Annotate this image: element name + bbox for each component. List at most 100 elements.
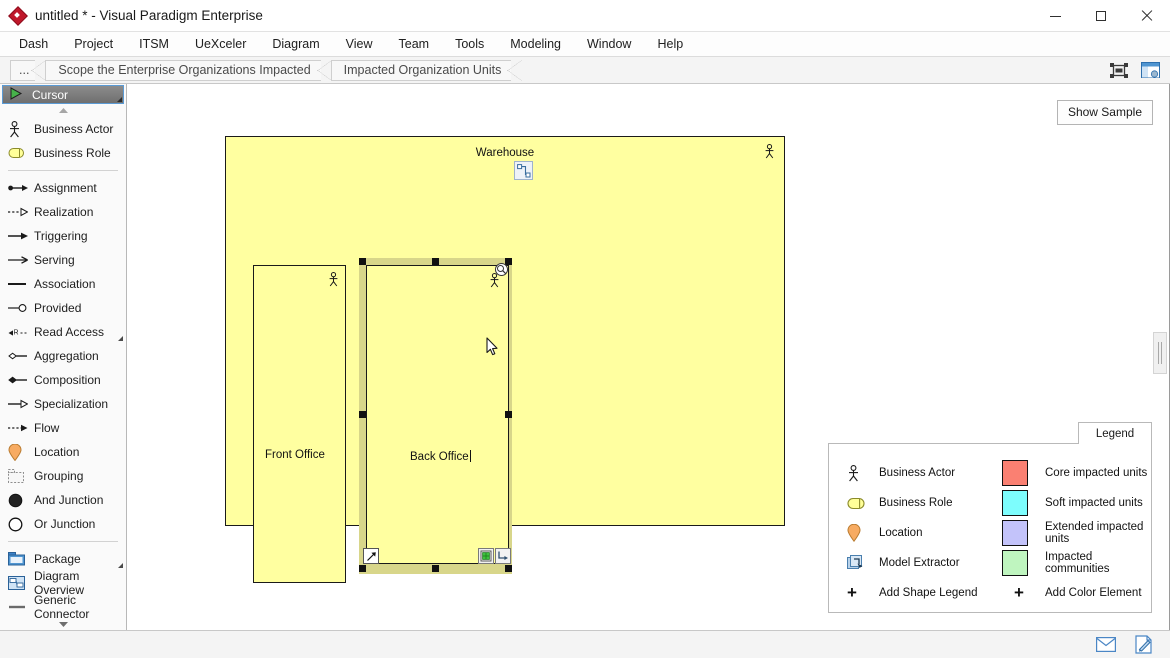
business-actor-icon	[489, 273, 500, 291]
legend-tab[interactable]: Legend	[1078, 422, 1152, 444]
palette-item-aggregation[interactable]: Aggregation	[0, 344, 126, 368]
zoom-badge-icon[interactable]	[495, 263, 508, 276]
breadcrumb-toolbar	[1107, 59, 1162, 81]
nested-element-button[interactable]	[478, 548, 494, 564]
quick-connect-button[interactable]	[495, 548, 511, 564]
resize-handle-se[interactable]	[505, 565, 512, 572]
legend-item-location[interactable]: Location	[847, 518, 996, 548]
menu-item-project[interactable]: Project	[61, 33, 126, 55]
breadcrumb-item-ellipsis[interactable]: ...	[10, 59, 48, 81]
palette-item-realization[interactable]: Realization	[0, 200, 126, 224]
palette-item-read-access[interactable]: R Read Access	[0, 320, 126, 344]
menu-item-uexceler[interactable]: UeXceler	[182, 33, 259, 55]
resize-handle-sw[interactable]	[359, 565, 366, 572]
menu-item-itsm[interactable]: ITSM	[126, 33, 182, 55]
legend-color-impacted-communities[interactable]: Impacted communities	[1002, 548, 1151, 578]
show-sample-button[interactable]: Show Sample	[1056, 100, 1153, 125]
resize-handle-nw[interactable]	[359, 258, 366, 265]
color-swatch	[1002, 460, 1028, 486]
open-in-window-button[interactable]	[1138, 59, 1162, 81]
business-actor-icon	[8, 120, 28, 138]
palette-item-package[interactable]: Package	[0, 547, 126, 571]
breadcrumb-item-scope[interactable]: Scope the Enterprise Organizations Impac…	[45, 59, 332, 81]
close-icon	[1141, 10, 1153, 22]
palette-item-generic-connector[interactable]: Generic Connector	[0, 593, 126, 621]
palette-item-association[interactable]: Association	[0, 272, 126, 296]
legend-item-model-extractor[interactable]: Model Extractor	[847, 548, 996, 578]
menu-item-diagram[interactable]: Diagram	[259, 33, 332, 55]
palette-item-and-junction[interactable]: And Junction	[0, 488, 126, 512]
legend-color-soft-impacted-units[interactable]: Soft impacted units	[1002, 488, 1151, 518]
add-color-element-button[interactable]: + Add Color Element	[1002, 578, 1151, 608]
legend-color-extended-impacted-units[interactable]: Extended impacted units	[1002, 518, 1151, 548]
palette-scroll-up-button[interactable]	[0, 104, 126, 117]
vertical-splitter-handle[interactable]	[1153, 332, 1167, 374]
breadcrumb: ... Scope the Enterprise Organizations I…	[0, 57, 1170, 84]
package-folder-icon	[8, 552, 28, 566]
front-office-unit[interactable]: Front Office	[253, 265, 346, 583]
menu-item-tools[interactable]: Tools	[442, 33, 497, 55]
resize-handle-s[interactable]	[432, 565, 439, 572]
resize-handle-e[interactable]	[505, 411, 512, 418]
resize-arrow-icon	[366, 551, 376, 561]
resize-arrow-button[interactable]	[363, 548, 379, 564]
palette-package-submenu-corner[interactable]	[118, 563, 123, 568]
menu-item-dash[interactable]: Dash	[6, 33, 61, 55]
legend-item-business-actor[interactable]: Business Actor	[847, 458, 996, 488]
add-color-element-label: Add Color Element	[1045, 587, 1142, 599]
palette-item-serving[interactable]: Serving	[0, 248, 126, 272]
maximize-button[interactable]	[1078, 0, 1124, 32]
palette-item-composition[interactable]: Composition	[0, 368, 126, 392]
minimize-button[interactable]	[1032, 0, 1078, 32]
palette-item-label: Location	[34, 445, 80, 459]
legend-color-core-impacted-units[interactable]: Core impacted units	[1002, 458, 1151, 488]
palette-item-triggering[interactable]: Triggering	[0, 224, 126, 248]
breadcrumb-item-impacted-organization-units[interactable]: Impacted Organization Units	[330, 59, 523, 81]
palette-item-business-role[interactable]: Business Role	[0, 141, 126, 165]
back-office-label[interactable]: Back Office	[410, 450, 471, 463]
message-button[interactable]	[1094, 634, 1118, 656]
menu-item-view[interactable]: View	[333, 33, 386, 55]
back-office-shape[interactable]: Back Office	[366, 265, 509, 564]
palette-item-specialization[interactable]: Specialization	[0, 392, 126, 416]
palette-item-business-actor[interactable]: Business Actor	[0, 117, 126, 141]
palette-item-label: Provided	[34, 301, 82, 315]
warehouse-container[interactable]: Warehouse Front Office Back Office	[225, 136, 785, 583]
open-in-window-icon	[1140, 62, 1160, 78]
legend-color-label: Core impacted units	[1045, 467, 1148, 479]
svg-text:R: R	[14, 329, 19, 336]
warehouse-label: Warehouse	[475, 147, 535, 159]
palette-item-cursor[interactable]: Cursor	[2, 85, 124, 104]
palette-item-flow[interactable]: Flow	[0, 416, 126, 440]
palette-item-provided[interactable]: Provided	[0, 296, 126, 320]
edit-note-icon	[1135, 635, 1152, 654]
fit-to-screen-button[interactable]	[1107, 59, 1131, 81]
resource-catalog-button[interactable]	[514, 161, 533, 180]
edit-note-button[interactable]	[1132, 634, 1156, 656]
palette-item-or-junction[interactable]: Or Junction	[0, 512, 126, 536]
palette-read-access-submenu-corner[interactable]	[118, 336, 123, 341]
palette-item-assignment[interactable]: Assignment	[0, 176, 126, 200]
business-actor-icon	[764, 144, 775, 162]
resize-handle-n[interactable]	[432, 258, 439, 265]
menu-item-modeling[interactable]: Modeling	[497, 33, 574, 55]
menu-item-help[interactable]: Help	[644, 33, 696, 55]
legend-colors-column: Core impacted units Soft impacted units …	[996, 444, 1151, 612]
palette-cursor-submenu-corner[interactable]	[117, 97, 122, 102]
palette-item-diagram-overview[interactable]: Diagram Overview	[0, 569, 126, 597]
resize-handle-w[interactable]	[359, 411, 366, 418]
legend-item-business-role[interactable]: Business Role	[847, 488, 996, 518]
palette-item-location[interactable]: Location	[0, 440, 126, 464]
add-shape-legend-button[interactable]: + Add Shape Legend	[847, 578, 996, 608]
palette-item-label: And Junction	[34, 493, 104, 507]
association-connector-icon	[8, 279, 28, 289]
menu-item-window[interactable]: Window	[574, 33, 644, 55]
close-button[interactable]	[1124, 0, 1170, 32]
diagram-canvas[interactable]: Show Sample Warehouse Front Office Back …	[127, 84, 1170, 630]
menu-item-team[interactable]: Team	[386, 33, 443, 55]
palette-scroll-down-button[interactable]	[0, 621, 126, 628]
color-swatch	[1002, 490, 1028, 516]
palette-item-grouping[interactable]: Grouping	[0, 464, 126, 488]
back-office-unit[interactable]: Back Office	[359, 258, 512, 574]
palette-item-label: Assignment	[34, 181, 97, 195]
